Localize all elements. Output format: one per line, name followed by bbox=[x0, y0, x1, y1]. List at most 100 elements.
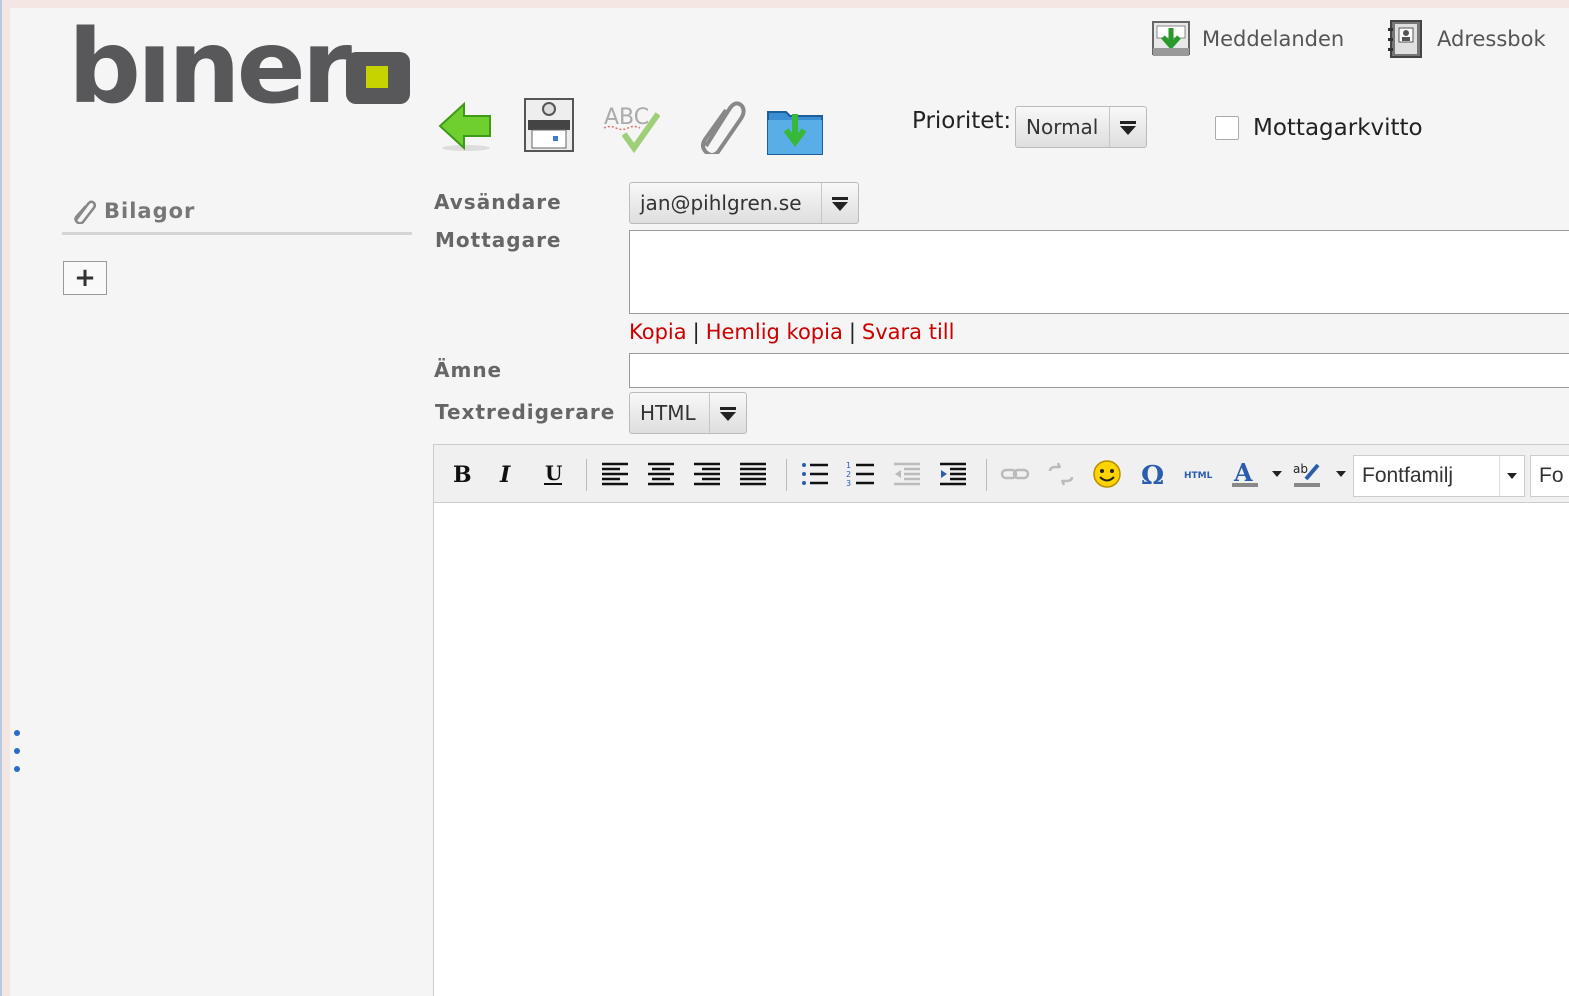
svg-text:ab: ab bbox=[1293, 462, 1308, 476]
font-family-select[interactable]: Fontfamilj bbox=[1353, 455, 1525, 497]
svg-text:B: B bbox=[453, 462, 472, 488]
editor-type-value: HTML bbox=[640, 401, 696, 425]
emoticon-button[interactable] bbox=[1090, 457, 1124, 491]
sender-select[interactable]: jan@pihlgren.se bbox=[629, 182, 859, 224]
subject-input[interactable] bbox=[629, 353, 1569, 388]
chevron-down-icon bbox=[709, 393, 746, 433]
svg-text:ABC: ABC bbox=[604, 105, 649, 130]
link-button[interactable] bbox=[998, 457, 1032, 491]
editor-type-select[interactable]: HTML bbox=[629, 392, 747, 434]
special-char-button[interactable]: Ω bbox=[1136, 457, 1170, 491]
messages-link[interactable]: Meddelanden bbox=[1150, 14, 1344, 64]
svg-text:2: 2 bbox=[846, 470, 851, 479]
editor-type-label: Textredigerare bbox=[435, 400, 616, 424]
chevron-down-icon bbox=[821, 183, 858, 223]
numbered-list-button[interactable]: 123 bbox=[844, 457, 878, 491]
align-right-icon bbox=[694, 462, 720, 486]
svg-text:Ω: Ω bbox=[1141, 461, 1164, 489]
outdent-icon bbox=[894, 462, 920, 486]
outdent-button[interactable] bbox=[890, 457, 924, 491]
sender-value: jan@pihlgren.se bbox=[640, 191, 802, 215]
chevron-down-icon bbox=[1499, 456, 1524, 496]
priority-value: Normal bbox=[1026, 115, 1099, 139]
align-center-icon bbox=[648, 462, 674, 486]
window-edge bbox=[0, 0, 2, 996]
spellcheck-button[interactable]: ABC bbox=[602, 96, 661, 154]
bcc-link[interactable]: Hemlig kopia bbox=[706, 320, 843, 344]
bullet-list-button[interactable] bbox=[798, 457, 832, 491]
recipient-input[interactable] bbox=[629, 230, 1569, 314]
link-icon bbox=[1000, 468, 1030, 480]
bullet-list-icon bbox=[802, 463, 828, 485]
spellcheck-icon: ABC bbox=[603, 105, 661, 154]
indent-button[interactable] bbox=[936, 457, 970, 491]
align-justify-button[interactable] bbox=[736, 457, 770, 491]
receipt-label: Mottagarkvitto bbox=[1253, 115, 1423, 141]
editor-body[interactable] bbox=[434, 503, 1569, 996]
text-color-button[interactable]: A bbox=[1228, 457, 1262, 491]
link-separator: | bbox=[692, 320, 700, 344]
editor-toolbar: B I U 1 2 3 Ω HTML A ab Fontfamilj Fo bbox=[434, 445, 1569, 503]
addressbook-link[interactable]: Adressbok bbox=[1385, 14, 1546, 64]
subject-label: Ämne bbox=[434, 358, 503, 382]
binero-logo: bıner bbox=[68, 20, 410, 112]
back-arrow-icon bbox=[438, 101, 491, 151]
inbox-download-icon bbox=[1152, 21, 1190, 56]
italic-button[interactable]: I bbox=[490, 457, 524, 491]
attachments-header: Bilagor bbox=[70, 198, 195, 224]
smiley-icon bbox=[1093, 460, 1121, 488]
unlink-button[interactable] bbox=[1044, 457, 1078, 491]
underline-button[interactable]: U bbox=[536, 457, 570, 491]
add-attachment-button[interactable]: + bbox=[63, 261, 107, 295]
chevron-down-icon[interactable] bbox=[1336, 471, 1346, 477]
priority-label: Prioritet: bbox=[912, 108, 1012, 134]
splitter-handle[interactable] bbox=[12, 728, 22, 778]
align-center-button[interactable] bbox=[644, 457, 678, 491]
svg-text:bıner: bıner bbox=[68, 20, 352, 112]
recipient-options: Kopia | Hemlig kopia | Svara till bbox=[629, 320, 954, 344]
svg-text:3: 3 bbox=[846, 479, 851, 488]
save-folder-icon bbox=[767, 111, 823, 155]
svg-text:U: U bbox=[545, 461, 562, 485]
replyto-link[interactable]: Svara till bbox=[862, 320, 955, 344]
save-button[interactable] bbox=[766, 100, 824, 158]
unlink-icon bbox=[1048, 462, 1074, 486]
highlight-color-button[interactable]: ab bbox=[1290, 457, 1324, 491]
back-button[interactable] bbox=[436, 96, 494, 154]
bold-button[interactable]: B bbox=[444, 457, 478, 491]
indent-icon bbox=[940, 462, 966, 486]
svg-text:A: A bbox=[1233, 459, 1253, 487]
priority-select[interactable]: Normal bbox=[1015, 106, 1147, 148]
rich-text-editor: B I U 1 2 3 Ω HTML A ab Fontfamilj Fo bbox=[433, 444, 1569, 996]
svg-text:I: I bbox=[499, 462, 511, 488]
html-source-button[interactable]: HTML bbox=[1182, 457, 1216, 491]
font-size-select[interactable]: Fo bbox=[1530, 455, 1569, 497]
svg-text:1: 1 bbox=[846, 461, 851, 470]
receipt-checkbox[interactable] bbox=[1215, 116, 1239, 140]
address-book-icon bbox=[1388, 20, 1422, 58]
html-icon: HTML bbox=[1184, 471, 1213, 481]
highlight-color-icon: ab bbox=[1293, 462, 1320, 487]
bold-icon: B bbox=[453, 462, 472, 488]
attach-button[interactable] bbox=[688, 96, 746, 157]
addressbook-label: Adressbok bbox=[1437, 27, 1546, 51]
link-separator: | bbox=[848, 320, 856, 344]
font-family-value: Fontfamilj bbox=[1362, 464, 1454, 487]
underline-icon: U bbox=[544, 461, 562, 485]
chevron-down-icon[interactable] bbox=[1272, 471, 1282, 477]
cc-link[interactable]: Kopia bbox=[629, 320, 687, 344]
numbered-list-icon: 123 bbox=[846, 461, 874, 488]
attachments-title: Bilagor bbox=[104, 199, 196, 223]
send-button[interactable] bbox=[520, 96, 578, 154]
chevron-down-icon bbox=[1109, 107, 1146, 147]
align-right-button[interactable] bbox=[690, 457, 724, 491]
messages-label: Meddelanden bbox=[1202, 27, 1345, 51]
align-left-button[interactable] bbox=[598, 457, 632, 491]
svg-text:HTML: HTML bbox=[1184, 471, 1213, 481]
sender-label: Avsändare bbox=[434, 190, 562, 214]
divider bbox=[62, 232, 412, 235]
italic-icon: I bbox=[499, 462, 511, 488]
align-left-icon bbox=[602, 462, 628, 486]
recipient-label: Mottagare bbox=[435, 228, 562, 252]
align-justify-icon bbox=[740, 462, 766, 486]
